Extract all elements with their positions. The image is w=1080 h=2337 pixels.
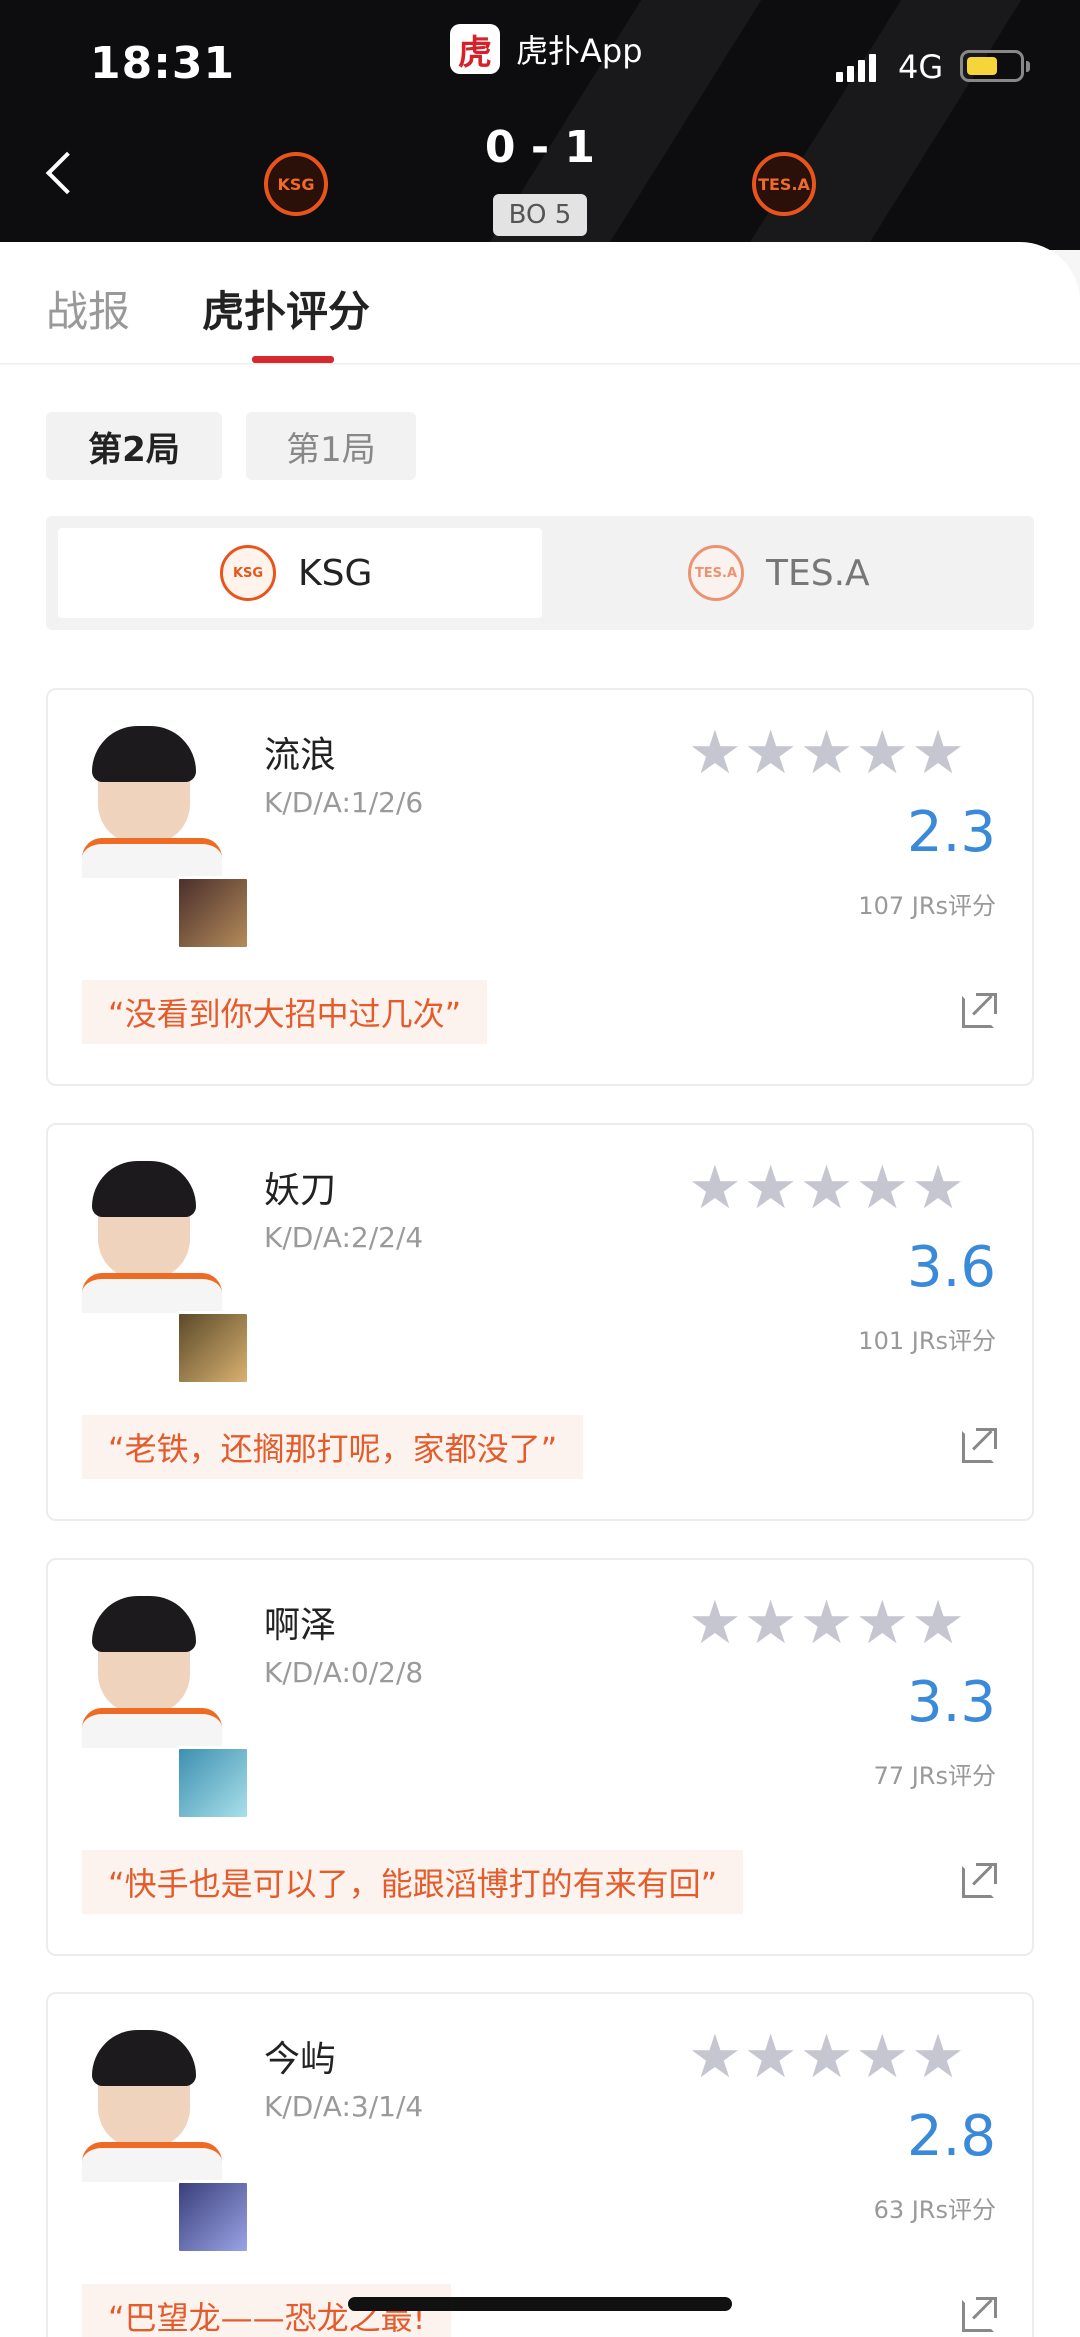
player-avatar	[82, 726, 222, 878]
player-score: 2.8	[906, 2104, 996, 2169]
player-avatar	[82, 1596, 222, 1748]
app-name: 虎扑App	[516, 32, 643, 70]
game-2-button[interactable]: 第2局	[46, 412, 222, 480]
player-kda: K/D/A:0/2/8	[264, 1656, 424, 1689]
network-type: 4G	[898, 48, 944, 86]
tab-report[interactable]: 战报	[46, 278, 130, 339]
top-comment[interactable]: “快手也是可以了，能跟滔博打的有来有回”	[82, 1850, 744, 1914]
top-comment[interactable]: “没看到你大招中过几次”	[82, 980, 488, 1044]
ksg-logo-icon: KSG	[220, 545, 276, 601]
match-header: 18:31 虎 虎扑App 4G KSG 0 - 1 BO 5 TES.A	[0, 0, 1080, 250]
team-option-ksg[interactable]: KSG KSG	[220, 528, 372, 618]
team-switch: KSG KSG TES.A TES.A	[46, 516, 1034, 630]
match-score: 0 - 1	[484, 122, 596, 173]
player-card[interactable]: 啊泽 K/D/A:0/2/8 ★★★★★ 3.3 77 JRs评分 “快手也是可…	[46, 1558, 1034, 1956]
hero-icon	[176, 1746, 250, 1820]
hero-icon	[176, 876, 250, 950]
share-icon[interactable]	[962, 2297, 997, 2332]
rating-count: 107 JRs评分	[858, 892, 996, 920]
team-option-label: KSG	[298, 552, 373, 594]
app-screen: 18:31 虎 虎扑App 4G KSG 0 - 1 BO 5 TES.A 战报…	[0, 0, 1080, 2337]
rating-count: 101 JRs评分	[858, 1327, 996, 1355]
player-kda: K/D/A:3/1/4	[264, 2090, 424, 2123]
active-tab-indicator	[252, 356, 334, 363]
player-avatar	[82, 2030, 222, 2182]
player-name: 妖刀	[264, 1170, 337, 1211]
player-avatar	[82, 1161, 222, 1313]
hero-icon	[176, 1311, 250, 1385]
player-score: 3.6	[906, 1235, 996, 1300]
home-indicator[interactable]	[348, 2297, 732, 2311]
team-option-tes[interactable]: TES.A TES.A	[688, 528, 870, 618]
game-1-button[interactable]: 第1局	[246, 412, 416, 480]
player-name: 流浪	[264, 735, 337, 776]
player-card[interactable]: 妖刀 K/D/A:2/2/4 ★★★★★ 3.6 101 JRs评分 “老铁，还…	[46, 1123, 1034, 1521]
player-kda: K/D/A:1/2/6	[264, 786, 424, 819]
tab-hupu-rating[interactable]: 虎扑评分	[202, 278, 370, 339]
tes-logo-icon: TES.A	[688, 545, 744, 601]
player-kda: K/D/A:2/2/4	[264, 1221, 424, 1254]
rating-stars[interactable]: ★★★★★	[688, 1588, 967, 1658]
top-comment[interactable]: “老铁，还搁那打呢，家都没了”	[82, 1415, 584, 1479]
player-name: 今屿	[264, 2039, 337, 2080]
hero-icon	[176, 2180, 250, 2254]
player-card[interactable]: 今屿 K/D/A:3/1/4 ★★★★★ 2.8 63 JRs评分 “巴望龙——…	[46, 1992, 1034, 2337]
rating-stars[interactable]: ★★★★★	[688, 1153, 967, 1223]
hupu-logo-icon: 虎	[450, 24, 500, 74]
player-score: 3.3	[906, 1670, 996, 1735]
rating-count: 77 JRs评分	[873, 1762, 996, 1790]
share-icon[interactable]	[962, 1428, 997, 1463]
rating-stars[interactable]: ★★★★★	[688, 718, 967, 788]
tes-team-logo[interactable]: TES.A	[752, 152, 816, 216]
status-time: 18:31	[90, 38, 236, 89]
signal-icon	[836, 54, 876, 82]
share-icon[interactable]	[962, 993, 997, 1028]
player-name: 啊泽	[264, 1605, 337, 1646]
team-option-label: TES.A	[766, 552, 870, 594]
player-score: 2.3	[906, 800, 996, 865]
rating-stars[interactable]: ★★★★★	[688, 2022, 967, 2092]
match-format-badge: BO 5	[493, 194, 587, 236]
app-badge[interactable]: 虎 虎扑App	[450, 24, 643, 74]
rating-count: 63 JRs评分	[873, 2196, 996, 2224]
battery-icon	[960, 50, 1030, 82]
share-icon[interactable]	[962, 1863, 997, 1898]
player-card[interactable]: 流浪 K/D/A:1/2/6 ★★★★★ 2.3 107 JRs评分 “没看到你…	[46, 688, 1034, 1086]
tab-bar	[0, 242, 1080, 364]
